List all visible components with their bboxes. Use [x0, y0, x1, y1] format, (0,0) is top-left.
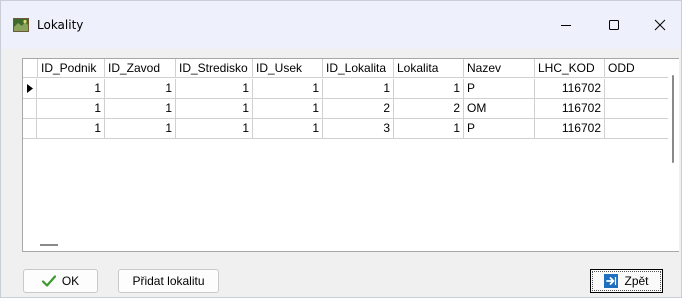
minimize-icon	[561, 25, 571, 26]
add-lokalita-button[interactable]: Přidat lokalitu	[118, 269, 219, 293]
column-header-id-zavod[interactable]: ID_Zavod	[105, 59, 176, 78]
cell-id-zavod[interactable]: 1	[105, 99, 176, 118]
vertical-scrollbar[interactable]	[668, 59, 679, 251]
maximize-button[interactable]	[591, 1, 637, 49]
checkmark-icon	[41, 275, 56, 287]
maximize-icon	[609, 20, 619, 30]
column-header-id-podnik[interactable]: ID_Podnik	[38, 59, 105, 78]
cell-lhc-kod[interactable]: 116702	[535, 79, 605, 98]
current-row-arrow-icon	[26, 84, 33, 93]
cell-nazev[interactable]: P	[464, 119, 535, 138]
cell-odd[interactable]	[605, 79, 668, 98]
cell-id-usek[interactable]: 1	[253, 99, 323, 118]
table-row[interactable]: 1 1 1 1 1 1 P 116702	[23, 79, 668, 99]
lokality-window: Lokality ID_Podnik ID_Zavod ID_Stredisko…	[0, 0, 682, 298]
vertical-scroll-thumb[interactable]	[672, 75, 674, 163]
cell-id-stredisko[interactable]: 1	[176, 119, 253, 138]
cell-id-lokalita[interactable]: 2	[323, 99, 394, 118]
table-row[interactable]: 1 1 1 1 2 2 OM 116702	[23, 99, 668, 119]
header-indicator-cell	[23, 59, 38, 78]
row-indicator[interactable]	[23, 79, 37, 98]
column-header-id-usek[interactable]: ID_Usek	[253, 59, 323, 78]
cell-odd[interactable]	[605, 99, 668, 118]
close-icon	[654, 19, 666, 31]
cell-odd[interactable]	[605, 119, 668, 138]
exit-arrow-icon	[604, 274, 619, 288]
cell-nazev[interactable]: P	[464, 79, 535, 98]
cell-lokalita[interactable]: 2	[394, 99, 464, 118]
cell-id-lokalita[interactable]: 3	[323, 119, 394, 138]
back-button-focus: Zpět	[592, 271, 661, 291]
column-header-lokalita[interactable]: Lokalita	[394, 59, 464, 78]
lokality-grid[interactable]: ID_Podnik ID_Zavod ID_Stredisko ID_Usek …	[22, 58, 679, 252]
cell-id-podnik[interactable]: 1	[38, 79, 105, 98]
cell-id-podnik[interactable]: 1	[38, 119, 105, 138]
cell-id-usek[interactable]: 1	[253, 119, 323, 138]
cell-id-zavod[interactable]: 1	[105, 79, 176, 98]
cell-id-podnik[interactable]: 1	[38, 99, 105, 118]
grid-header: ID_Podnik ID_Zavod ID_Stredisko ID_Usek …	[23, 59, 668, 78]
column-header-nazev[interactable]: Nazev	[464, 59, 535, 78]
app-icon	[13, 18, 29, 32]
ok-label: OK	[61, 274, 80, 288]
cell-id-zavod[interactable]: 1	[105, 119, 176, 138]
window-title: Lokality	[37, 18, 84, 32]
cell-nazev[interactable]: OM	[464, 99, 535, 118]
ok-button[interactable]: OK	[23, 269, 98, 293]
row-indicator[interactable]	[23, 99, 37, 118]
cell-lokalita[interactable]: 1	[394, 79, 464, 98]
cell-id-stredisko[interactable]: 1	[176, 79, 253, 98]
cell-id-stredisko[interactable]: 1	[176, 99, 253, 118]
cell-lokalita[interactable]: 1	[394, 119, 464, 138]
column-header-lhc-kod[interactable]: LHC_KOD	[535, 59, 605, 78]
back-button[interactable]: Zpět	[590, 269, 663, 293]
cell-id-usek[interactable]: 1	[253, 79, 323, 98]
cell-lhc-kod[interactable]: 116702	[535, 119, 605, 138]
add-lokalita-label: Přidat lokalitu	[132, 274, 205, 288]
title-bar[interactable]: Lokality	[1, 1, 681, 49]
minimize-button[interactable]	[543, 1, 589, 49]
horizontal-scroll-thumb[interactable]	[40, 244, 58, 246]
column-header-odd[interactable]: ODD	[605, 59, 668, 78]
column-header-id-lokalita[interactable]: ID_Lokalita	[323, 59, 394, 78]
close-button[interactable]	[637, 1, 682, 49]
cell-id-lokalita[interactable]: 1	[323, 79, 394, 98]
cell-lhc-kod[interactable]: 116702	[535, 99, 605, 118]
table-row[interactable]: 1 1 1 1 3 1 P 116702	[23, 119, 668, 139]
row-indicator[interactable]	[23, 119, 37, 138]
column-header-id-stredisko[interactable]: ID_Stredisko	[176, 59, 253, 78]
back-label: Zpět	[624, 274, 649, 288]
